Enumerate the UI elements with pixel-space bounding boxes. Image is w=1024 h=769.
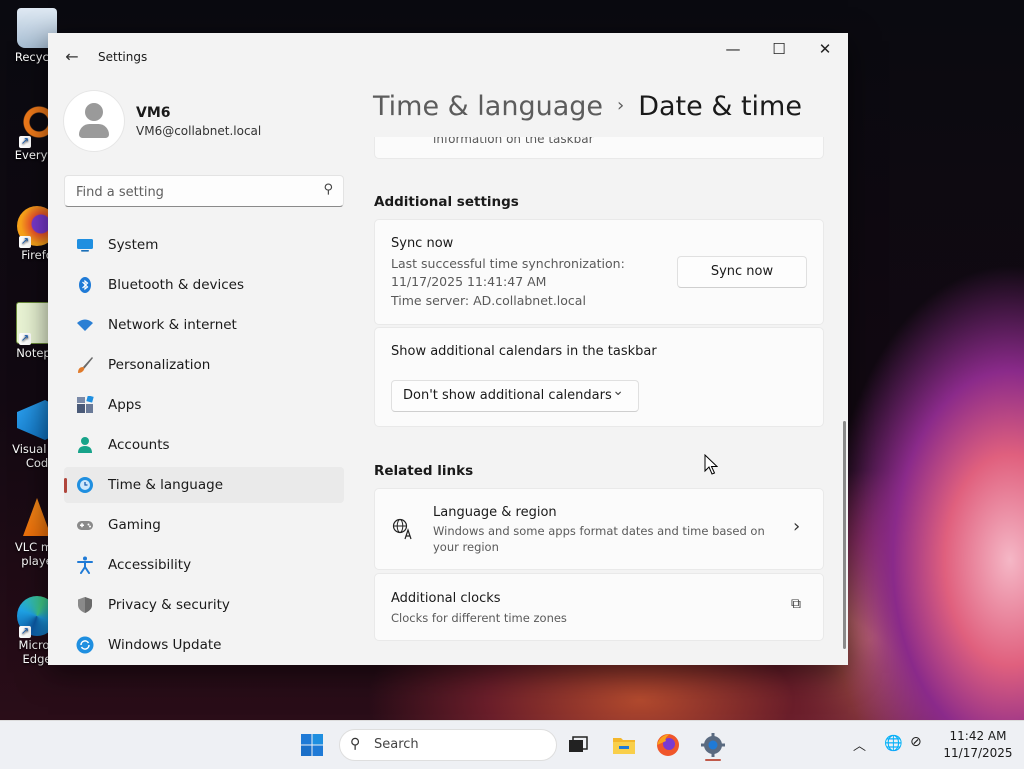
gamepad-icon [77,521,93,530]
language-region-card[interactable]: Language & region Windows and some apps … [374,488,824,570]
calendars-title: Show additional calendars in the taskbar [391,344,657,359]
windows-start-icon[interactable] [296,729,328,761]
additional-settings-header: Additional settings [374,194,519,210]
sidebar-item-label: Personalization [108,357,211,373]
mouse-cursor-icon [704,454,718,475]
shortcut-arrow-icon: ↗ [19,626,31,638]
back-button[interactable]: ← [60,45,84,69]
sidebar-item-label: Apps [108,397,142,413]
additional-clocks-title: Additional clocks [391,591,501,606]
bluetooth-icon [79,277,91,293]
additional-clocks-card[interactable]: Additional clocks Clocks for different t… [374,573,824,641]
breadcrumb-parent-link[interactable]: Time & language [373,91,603,122]
shortcut-arrow-icon: ↗ [19,236,31,248]
sidebar-item-privacy-security[interactable]: Privacy & security [64,587,344,623]
calendars-selected-value: Don't show additional calendars [403,388,612,403]
sidebar-item-accounts[interactable]: Accounts [64,427,344,463]
sidebar-item-apps[interactable]: Apps [64,387,344,423]
sidebar-item-label: Gaming [108,517,161,533]
search-input[interactable] [74,181,308,203]
search-icon: ⚲ [350,736,361,752]
sidebar-item-label: Bluetooth & devices [108,277,245,293]
language-region-icon [392,518,412,540]
sidebar-item-time-language[interactable]: Time & language [64,467,344,503]
user-email: VM6@collabnet.local [136,124,262,138]
network-status-icon[interactable]: ⊘ [910,734,922,750]
previous-setting-card[interactable]: information on the taskbar [374,137,824,159]
taskbar-search[interactable]: ⚲ Search [339,729,557,761]
chevron-right-icon: › [793,516,801,537]
brush-icon [78,357,93,373]
sync-now-card: Sync now Last successful time synchroniz… [374,219,824,325]
sidebar-item-personalization[interactable]: Personalization [64,347,344,383]
task-view-icon[interactable] [562,729,594,761]
search-icon[interactable]: ⚲ [323,182,333,197]
taskbar-clock-date[interactable]: 11/17/2025 [940,746,1016,760]
close-button[interactable]: ✕ [802,33,848,65]
chevron-down-icon: ⌄ [612,383,624,399]
accounts-icon [78,437,92,453]
sidebar-item-network[interactable]: Network & internet [64,307,344,343]
time-server: Time server: AD.collabnet.local [391,293,586,308]
avatar [64,91,124,151]
globe-clock-icon [77,477,93,493]
calendars-dropdown[interactable]: Don't show additional calendars ⌄ [391,380,639,412]
vertical-scrollbar[interactable] [843,421,846,649]
sidebar-item-label: Accounts [108,437,170,453]
last-sync-label: Last successful time synchronization: [391,256,625,271]
external-link-icon: ⧉ [791,596,801,612]
firefox-icon[interactable] [652,729,684,761]
taskbar-search-label: Search [374,737,419,752]
shield-icon [78,597,92,613]
language-region-title: Language & region [433,505,557,520]
avatar-body-icon [79,124,109,138]
apps-icon [77,396,94,413]
related-links-header: Related links [374,463,474,479]
title-bar[interactable]: ← Settings — ☐ ✕ [48,33,848,81]
breadcrumb-separator-icon: › [617,95,625,116]
language-region-description: Windows and some apps format dates and t… [433,524,765,554]
content-scroll-area[interactable]: information on the taskbar Additional se… [374,137,824,665]
system-icon [77,239,93,252]
show-hidden-icons-button[interactable]: ︿ [853,735,866,754]
taskbar: ⚲ Search ︿ 🌐 ⊘ 11:42 AM 11/17/2025 [0,720,1024,769]
sidebar-item-label: System [108,237,159,253]
breadcrumb: Time & language › Date & time [373,91,802,122]
app-title: Settings [98,50,148,64]
clipped-description: information on the taskbar [433,137,594,146]
sidebar-item-label: Privacy & security [108,597,230,613]
settings-gear-icon[interactable] [697,729,729,761]
accessibility-icon [77,556,93,574]
sidebar-item-system[interactable]: System [64,227,344,263]
sidebar-item-label: Accessibility [108,557,192,573]
user-profile[interactable]: VM6 VM6@collabnet.local [64,91,354,161]
file-explorer-icon[interactable] [608,729,640,761]
shortcut-arrow-icon: ↗ [19,333,31,345]
sidebar-item-bluetooth[interactable]: Bluetooth & devices [64,267,344,303]
update-icon [76,636,94,654]
sidebar-item-label: Windows Update [108,637,222,653]
language-globe-icon[interactable]: 🌐 [884,734,903,752]
avatar-head-icon [85,103,103,121]
sidebar-item-windows-update[interactable]: Windows Update [64,627,344,663]
sync-now-button[interactable]: Sync now [677,256,807,288]
sidebar-item-gaming[interactable]: Gaming [64,507,344,543]
find-setting-search[interactable]: ⚲ [64,175,344,207]
settings-window: ← Settings — ☐ ✕ VM6 VM6@collabnet.local… [48,33,848,665]
additional-clocks-description: Clocks for different time zones [391,611,567,625]
page-title: Date & time [638,91,802,122]
sidebar-item-label: Time & language [108,477,224,493]
additional-calendars-card: Show additional calendars in the taskbar… [374,327,824,427]
sidebar-item-accessibility[interactable]: Accessibility [64,547,344,583]
maximize-button[interactable]: ☐ [756,33,802,65]
taskbar-clock-time[interactable]: 11:42 AM [940,729,1016,743]
sidebar-nav: System Bluetooth & devices Network & int… [64,227,344,665]
sync-title: Sync now [391,236,454,251]
wifi-icon [77,319,93,331]
last-sync-time: 11/17/2025 11:41:47 AM [391,274,547,289]
minimize-button[interactable]: — [710,33,756,65]
user-name: VM6 [136,105,171,121]
shortcut-arrow-icon: ↗ [19,136,31,148]
sidebar-item-label: Network & internet [108,317,237,333]
